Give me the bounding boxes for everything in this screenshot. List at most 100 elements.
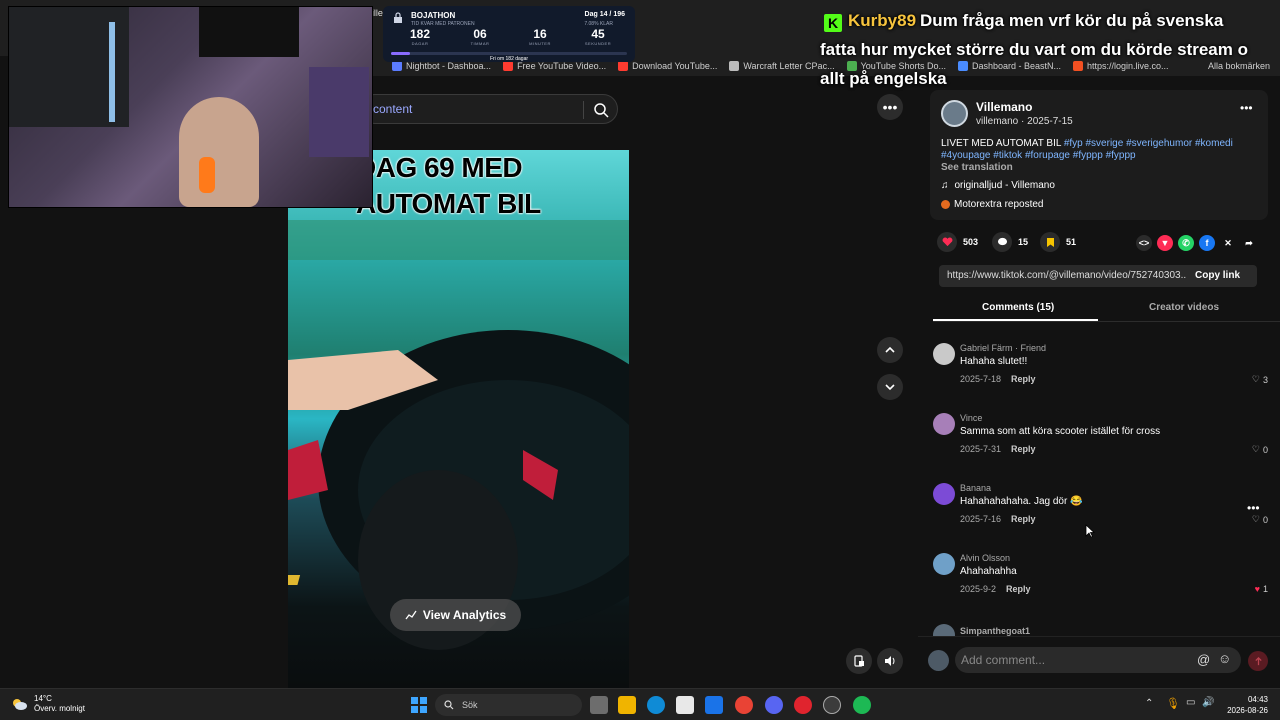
- author-name[interactable]: Villemano: [976, 100, 1032, 114]
- comment-more-icon[interactable]: •••: [1247, 502, 1260, 514]
- post-more-icon[interactable]: •••: [1240, 102, 1253, 114]
- bookmark-item[interactable]: Warcraft Letter CPac...: [729, 61, 835, 71]
- lock-icon: [394, 12, 402, 23]
- comment-avatar[interactable]: [933, 343, 955, 365]
- timer-cell-label: TIMMAR: [470, 41, 490, 46]
- comment-author[interactable]: Gabriel Färm · Friend: [960, 343, 1046, 353]
- store-icon[interactable]: [676, 696, 694, 714]
- file-explorer-icon[interactable]: [618, 696, 636, 714]
- timer-progress-track: [391, 52, 627, 55]
- timer-name: BOJATHON: [411, 11, 456, 20]
- task-view-icon[interactable]: [590, 696, 608, 714]
- comment-like-button[interactable]: ♡ 0: [1252, 514, 1268, 525]
- bookmark-label: Nightbot - Dashboa...: [406, 61, 492, 71]
- music-note-icon: ♫: [941, 180, 949, 191]
- view-analytics-button[interactable]: View Analytics: [390, 599, 521, 631]
- tab-comments[interactable]: Comments (15): [982, 302, 1054, 313]
- comment-like-button[interactable]: ♡ 0: [1252, 444, 1268, 455]
- webcam-screen: [199, 7, 299, 57]
- subathon-timer: BOJATHON TID KVAR MED PATRONEN Dag 14 / …: [383, 6, 635, 62]
- like-action[interactable]: 503: [937, 232, 978, 252]
- miniplayer-button[interactable]: [846, 648, 872, 674]
- comment-text: Samma som att köra scooter istället för …: [960, 426, 1161, 437]
- sound-link[interactable]: ♫ originalljud - Villemano: [941, 180, 1055, 191]
- whatsapp-icon[interactable]: ✆: [1178, 235, 1194, 251]
- comment-date: 2025-7-18: [960, 374, 1002, 384]
- timer-cell: 16 MINUTER: [515, 27, 565, 46]
- reply-button[interactable]: Reply: [1011, 514, 1036, 524]
- video-link-url[interactable]: https://www.tiktok.com/@villemano/video/…: [947, 270, 1187, 281]
- timer-cell: 06 TIMMAR: [455, 27, 505, 46]
- volume-button[interactable]: [877, 648, 903, 674]
- tray-chevron-icon[interactable]: ⌃: [1145, 698, 1153, 709]
- cloud-sun-icon: [13, 699, 27, 710]
- weather-temp: 14°C: [34, 694, 52, 703]
- comment-action[interactable]: 15: [992, 232, 1028, 252]
- reply-button[interactable]: Reply: [1011, 374, 1036, 384]
- obs-icon[interactable]: [823, 696, 841, 714]
- reply-button[interactable]: Reply: [1006, 584, 1031, 594]
- comment-like-count: 0: [1262, 514, 1268, 525]
- search-input-value[interactable]: content: [373, 102, 412, 116]
- send-to-friend-icon[interactable]: ▼: [1157, 235, 1173, 251]
- comment-date: 2025-9-2: [960, 584, 997, 594]
- weather-desc: Överv. molnigt: [34, 704, 85, 713]
- bookmark-icon: [618, 61, 629, 71]
- next-video-button[interactable]: [877, 374, 903, 400]
- bookmark-item[interactable]: Free YouTube Video...: [503, 61, 606, 71]
- search-icon[interactable]: [591, 100, 611, 120]
- view-analytics-label: View Analytics: [422, 608, 507, 622]
- bookmark-item[interactable]: Nightbot - Dashboa...: [392, 61, 491, 71]
- weather-widget[interactable]: 14°C Överv. molnigt: [10, 694, 85, 714]
- arrow-up-icon: [1254, 656, 1262, 665]
- send-comment-button[interactable]: [1248, 651, 1268, 671]
- windows-start-icon[interactable]: [411, 697, 427, 713]
- save-action[interactable]: 51: [1040, 232, 1076, 252]
- share-icon[interactable]: ➦: [1241, 235, 1257, 251]
- network-icon[interactable]: ▭: [1186, 697, 1195, 708]
- copy-link-button[interactable]: Copy link: [1195, 270, 1240, 281]
- x-icon[interactable]: ✕: [1220, 235, 1236, 251]
- tab-creator-videos[interactable]: Creator videos: [1149, 302, 1219, 313]
- spotify-icon[interactable]: [853, 696, 871, 714]
- emoji-icon[interactable]: ☺: [1218, 651, 1231, 666]
- chevron-down-icon: [885, 384, 895, 391]
- facebook-icon[interactable]: f: [1199, 235, 1215, 251]
- timer-cell-label: DAGAR: [411, 41, 429, 46]
- tray-clock[interactable]: 04:43 2026-08-26: [1227, 694, 1268, 716]
- speaker-icon[interactable]: 🔊: [1202, 697, 1214, 708]
- embed-icon[interactable]: <>: [1136, 235, 1152, 251]
- repost-avatar: [941, 200, 950, 209]
- comment-avatar[interactable]: [933, 413, 955, 435]
- bookmark-item[interactable]: Download YouTube...: [618, 61, 717, 71]
- discord-icon[interactable]: [765, 696, 783, 714]
- repost-info: Motorextra reposted: [941, 199, 1044, 210]
- comment-like-button[interactable]: ♡ 3: [1252, 374, 1268, 385]
- comment-author[interactable]: Alvin Olsson: [960, 553, 1010, 563]
- comment-author[interactable]: Banana: [960, 483, 991, 493]
- chrome-icon[interactable]: [735, 696, 753, 714]
- see-translation-link[interactable]: See translation: [941, 162, 1013, 173]
- comment-like-count: 3: [1262, 374, 1268, 385]
- comment-avatar[interactable]: [933, 483, 955, 505]
- mic-icon[interactable]: 🎙: [1166, 697, 1180, 710]
- comment-avatar[interactable]: [933, 553, 955, 575]
- comment-author[interactable]: Vince: [960, 413, 982, 423]
- caption-text: LIVET MED AUTOMAT BIL: [941, 138, 1064, 149]
- comment-text: Ahahahahha: [960, 566, 1017, 577]
- author-avatar[interactable]: [941, 100, 968, 127]
- mention-icon[interactable]: @: [1197, 652, 1210, 667]
- edge-icon[interactable]: [647, 696, 665, 714]
- kick-logo-icon: K: [824, 14, 842, 32]
- clock-time: 04:43: [1247, 695, 1268, 704]
- reply-button[interactable]: Reply: [1011, 444, 1036, 454]
- more-options-button[interactable]: •••: [877, 94, 903, 120]
- search-bar[interactable]: content: [360, 94, 618, 124]
- comment-like-count: 1: [1262, 584, 1268, 594]
- app-red-icon[interactable]: [794, 696, 812, 714]
- comment-like-button[interactable]: ♥ 1: [1255, 584, 1268, 594]
- partial-comment-avatar: [933, 624, 955, 636]
- previous-video-button[interactable]: [877, 337, 903, 363]
- taskbar-search[interactable]: Sök: [435, 694, 582, 716]
- mail-icon[interactable]: [705, 696, 723, 714]
